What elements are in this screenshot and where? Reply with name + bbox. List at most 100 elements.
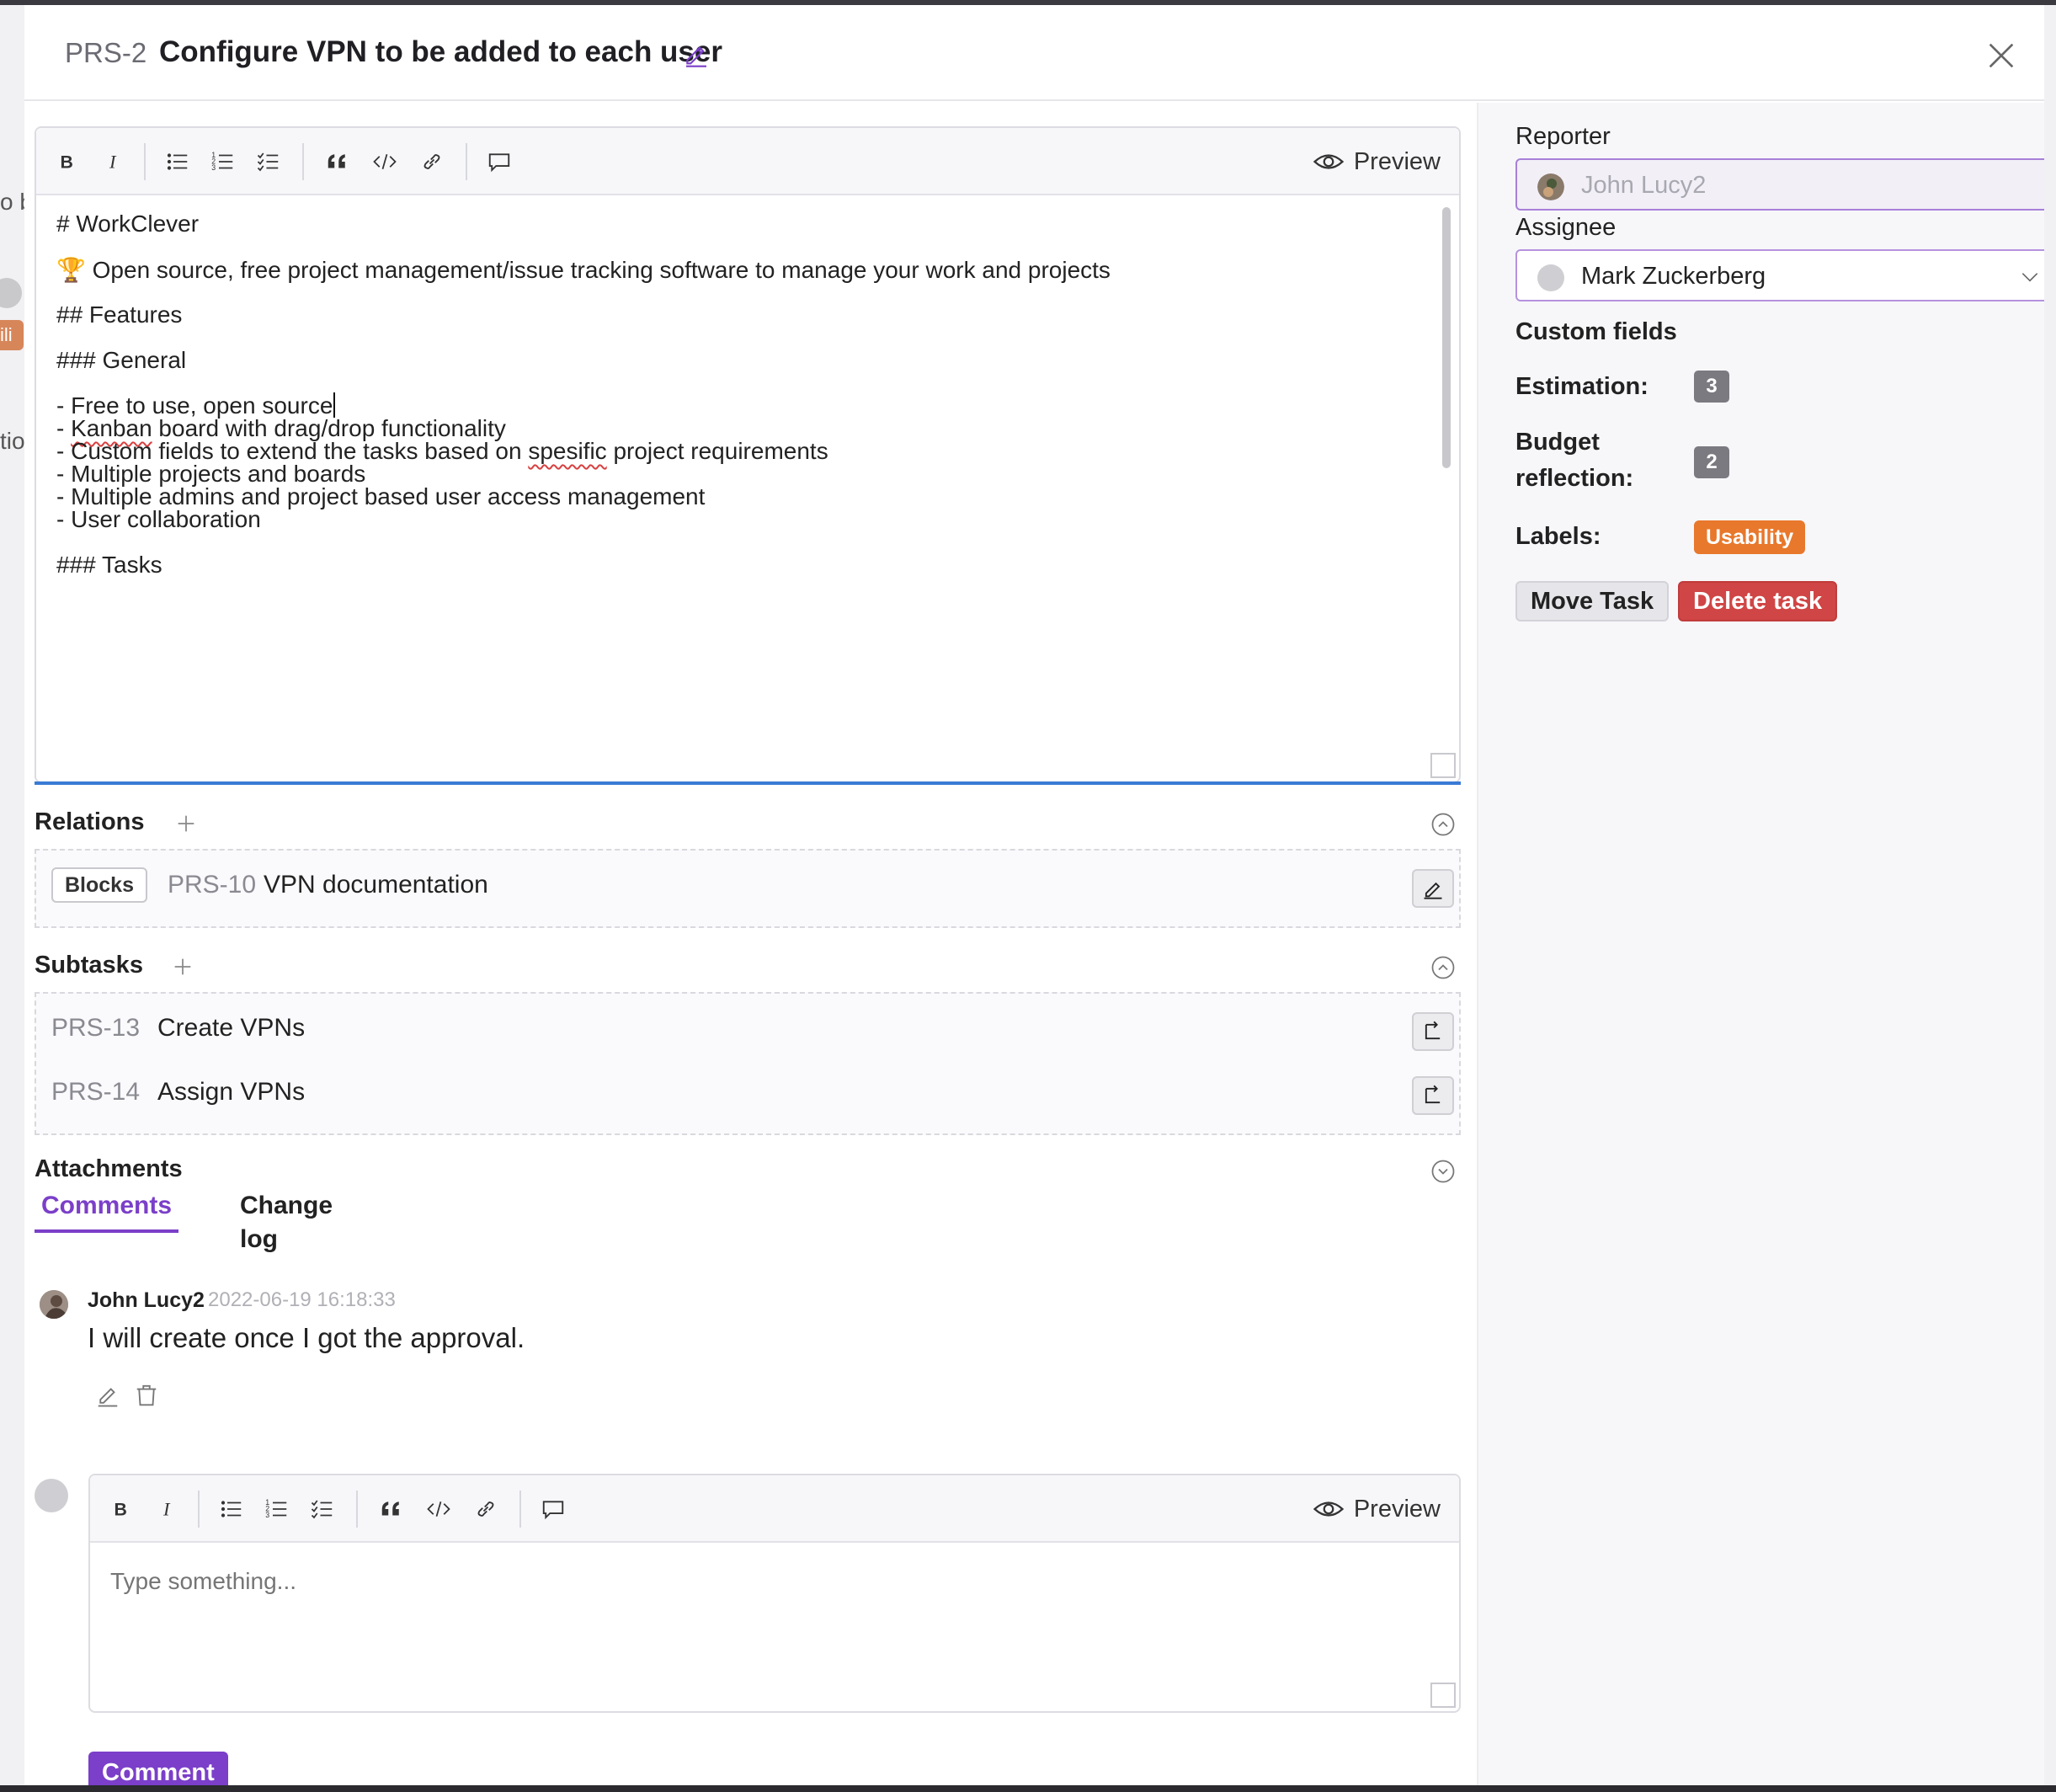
- editor-focus-line: [35, 781, 1461, 785]
- editor-textarea[interactable]: # WorkClever 🏆 Open source, free project…: [36, 197, 1459, 781]
- close-icon[interactable]: [1984, 39, 2018, 72]
- editor-line: ### Tasks: [56, 552, 162, 578]
- detach-icon: [1425, 1085, 1441, 1104]
- bulleted-list-icon: [221, 1501, 242, 1517]
- comment-submit-button[interactable]: Comment: [88, 1752, 228, 1785]
- budget-value[interactable]: 2: [1694, 446, 1729, 478]
- quote-icon: [381, 1501, 399, 1516]
- description-editor[interactable]: B I 123 Preview # WorkClever 🏆 Open sour…: [35, 126, 1461, 783]
- task-list-button[interactable]: [253, 147, 284, 177]
- task-sidebar: Reporter John Lucy2 Assignee Mark Zucker…: [1477, 103, 2044, 1785]
- editor-scrollbar[interactable]: [1442, 207, 1451, 468]
- svg-text:3: 3: [211, 163, 216, 172]
- edit-comment-icon[interactable]: [95, 1383, 120, 1408]
- estimation-label: Estimation:: [1515, 373, 1649, 400]
- line-rest: project requirements: [606, 438, 828, 464]
- link-button[interactable]: [471, 1494, 501, 1524]
- relation-title[interactable]: VPN documentation: [264, 871, 488, 899]
- budget-label: Budget reflection:: [1515, 424, 1633, 497]
- avatar: [1537, 173, 1564, 200]
- preview-button[interactable]: Preview: [1313, 143, 1441, 180]
- reporter-value: John Lucy2: [1581, 172, 1707, 199]
- pencil-icon: [1424, 882, 1442, 899]
- editor-toolbar: B I 123 Preview: [36, 128, 1459, 195]
- assignee-value: Mark Zuckerberg: [1581, 263, 1766, 290]
- bold-icon: B: [61, 152, 73, 173]
- link-button[interactable]: [417, 147, 447, 177]
- code-button[interactable]: [423, 1494, 454, 1524]
- relations-list: Blocks PRS-10 VPN documentation: [35, 849, 1461, 928]
- toolbar-divider: [519, 1491, 521, 1528]
- numbered-list-icon: 123: [265, 1498, 287, 1519]
- toolbar-divider: [466, 143, 467, 180]
- add-subtask-icon[interactable]: [171, 955, 194, 979]
- speech-bubble-icon: [488, 153, 510, 173]
- edit-relation-button[interactable]: [1412, 869, 1454, 908]
- background-label-badge: ili: [0, 320, 24, 350]
- task-modal: PRS-2 Configure VPN to be added to each …: [24, 5, 2044, 1785]
- subtask-title[interactable]: Create VPNs: [157, 1014, 305, 1043]
- subtasks-list: PRS-13 Create VPNs PRS-14 Assign VPNs: [35, 992, 1461, 1135]
- numbered-list-button[interactable]: 123: [262, 1494, 292, 1524]
- quote-button[interactable]: [376, 1494, 407, 1524]
- comment-format-button[interactable]: [538, 1494, 568, 1524]
- label-badge[interactable]: Usability: [1694, 520, 1806, 554]
- editor-line: 🏆 Open source, free project management/i…: [56, 257, 1111, 283]
- collapse-subtasks-icon[interactable]: [1430, 955, 1456, 980]
- assignee-select[interactable]: Mark Zuckerberg: [1515, 249, 2044, 301]
- tab-comments[interactable]: Comments: [35, 1189, 179, 1233]
- toolbar-divider: [144, 143, 146, 180]
- delete-task-button[interactable]: Delete task: [1678, 581, 1838, 621]
- estimation-value[interactable]: 3: [1694, 371, 1729, 403]
- relation-key[interactable]: PRS-10: [168, 871, 256, 899]
- toolbar-divider: [356, 1491, 358, 1528]
- avatar: [40, 1290, 68, 1319]
- assignee-label: Assignee: [1515, 214, 1617, 241]
- add-relation-icon[interactable]: [174, 812, 198, 835]
- delete-comment-icon[interactable]: [134, 1383, 159, 1408]
- resize-handle[interactable]: [1430, 753, 1456, 778]
- comment-input[interactable]: [110, 1568, 1441, 1703]
- comment-format-button[interactable]: [484, 147, 514, 177]
- relations-title: Relations: [35, 808, 145, 835]
- detach-subtask-button[interactable]: [1412, 1076, 1454, 1115]
- tab-change-log[interactable]: Change log: [233, 1189, 339, 1253]
- bulleted-list-button[interactable]: [216, 1494, 247, 1524]
- expand-attachments-icon[interactable]: [1430, 1159, 1456, 1184]
- bold-button[interactable]: B: [51, 147, 82, 177]
- edit-title-icon[interactable]: [683, 40, 710, 67]
- svg-text:B: B: [61, 152, 73, 173]
- code-button[interactable]: [370, 147, 400, 177]
- quote-button[interactable]: [322, 147, 353, 177]
- italic-button[interactable]: I: [152, 1494, 183, 1524]
- italic-icon: I: [162, 1499, 171, 1520]
- bold-button[interactable]: B: [105, 1494, 136, 1524]
- subtask-title[interactable]: Assign VPNs: [157, 1078, 305, 1107]
- text-caret: [333, 392, 336, 418]
- italic-icon: I: [109, 152, 117, 173]
- detach-subtask-button[interactable]: [1412, 1012, 1454, 1051]
- custom-fields-heading: Custom fields: [1515, 318, 1677, 345]
- resize-handle[interactable]: [1430, 1683, 1456, 1708]
- link-icon: [477, 1501, 494, 1517]
- numbered-list-button[interactable]: 123: [208, 147, 238, 177]
- comment-author: John Lucy2: [88, 1288, 205, 1312]
- preview-button[interactable]: Preview: [1313, 1491, 1441, 1528]
- speech-bubble-icon: [542, 1501, 564, 1520]
- comment-editor-toolbar: B I 123 Preview: [90, 1475, 1459, 1543]
- collapse-relations-icon[interactable]: [1430, 812, 1456, 837]
- subtask-key[interactable]: PRS-14: [51, 1078, 140, 1107]
- preview-label: Preview: [1353, 147, 1441, 175]
- budget-label-line: reflection:: [1515, 465, 1634, 492]
- spellcheck-word: spesific: [528, 438, 607, 464]
- detach-icon: [1425, 1021, 1441, 1040]
- italic-button[interactable]: I: [99, 147, 129, 177]
- avatar-photo: [40, 1290, 68, 1319]
- subtask-key[interactable]: PRS-13: [51, 1014, 140, 1043]
- bulleted-list-button[interactable]: [162, 147, 193, 177]
- task-list-button[interactable]: [307, 1494, 338, 1524]
- comment-editor[interactable]: B I 123 Preview Type something...: [88, 1474, 1461, 1713]
- background-bottom-bar: [0, 1785, 2056, 1792]
- labels-label: Labels:: [1515, 523, 1601, 550]
- move-task-button[interactable]: Move Task: [1515, 581, 1670, 621]
